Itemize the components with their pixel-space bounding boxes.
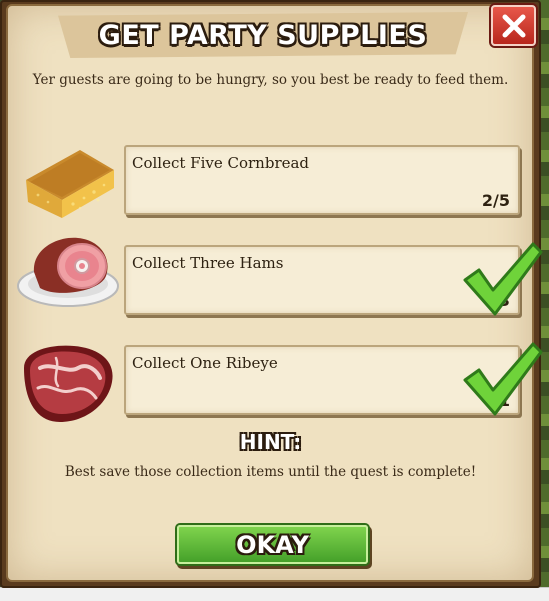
- task-row-cornbread: Collect Five Cornbread 2/5: [124, 145, 520, 215]
- task-progress-count: 2/5: [481, 191, 510, 210]
- hint-text: Best save those collection items until t…: [64, 464, 477, 480]
- cornbread-icon: [26, 150, 114, 218]
- close-icon: [502, 14, 525, 37]
- hint-title: HINT:: [239, 430, 302, 454]
- task-label: Collect Five Cornbread: [132, 154, 310, 172]
- title-banner: GET PARTY SUPPLIES: [58, 12, 468, 58]
- task-label: Collect One Ribeye: [132, 354, 278, 372]
- quest-dialog-frame: GET PARTY SUPPLIES Yer guests are going …: [0, 0, 543, 588]
- okay-button[interactable]: OKAY: [177, 525, 368, 564]
- task-label: Collect Three Hams: [132, 254, 284, 272]
- ribeye-icon: [24, 345, 113, 422]
- okay-button-label: OKAY: [236, 530, 309, 559]
- checkmark-icon: [463, 342, 543, 416]
- dialog-title: GET PARTY SUPPLIES: [98, 19, 428, 51]
- close-button[interactable]: [491, 5, 536, 46]
- page-bottom-strip: [0, 587, 549, 601]
- checkmark-icon: [463, 242, 543, 316]
- ham-icon: [17, 237, 119, 307]
- quest-description: Yer guests are going to be hungry, so yo…: [32, 72, 509, 88]
